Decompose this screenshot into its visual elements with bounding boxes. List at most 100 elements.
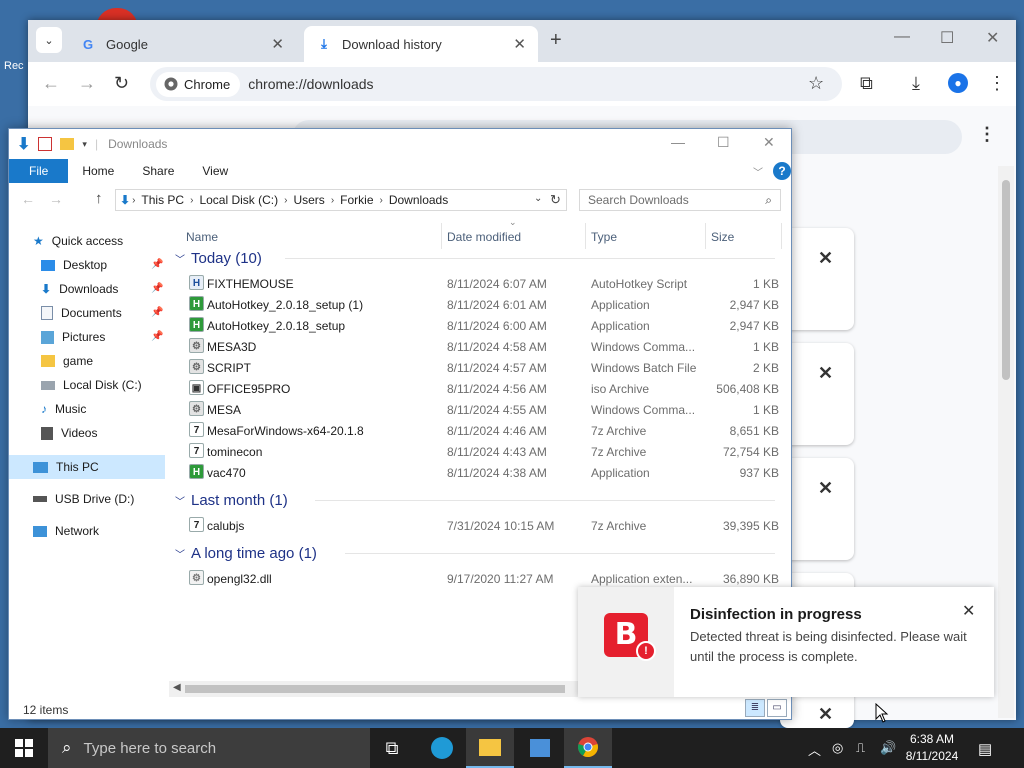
file-row[interactable]: ⚙ opengl32.dll 9/17/2020 11:27 AM Applicati…	[169, 568, 785, 589]
site-chip[interactable]: Chrome	[156, 71, 241, 97]
nav-item-downloads[interactable]: ⬇ Downloads	[41, 277, 118, 301]
nav-item-desktop[interactable]: Desktop	[41, 253, 107, 277]
chevron-down-icon[interactable]: ⌄	[534, 193, 542, 204]
remove-download-icon[interactable]: ✕	[818, 363, 833, 384]
task-view-icon[interactable]: ⧉	[368, 728, 416, 768]
expand-ribbon-icon[interactable]: ﹀	[753, 164, 763, 179]
show-hidden-icons-icon[interactable]: ︿	[808, 740, 821, 759]
column-header-name[interactable]: Name	[186, 225, 218, 249]
new-folder-icon[interactable]	[60, 138, 75, 150]
back-icon[interactable]: ←	[21, 191, 35, 207]
address-bar[interactable]: ⬇ › This PC › Local Disk (C:) › Users › Fork…	[115, 189, 567, 211]
maximize-icon[interactable]: ☐	[717, 134, 730, 151]
notification-center-icon[interactable]: ▤	[978, 740, 992, 758]
file-row[interactable]: 7 MesaForWindows-x64-20.1.8 8/11/2024 4:46…	[169, 420, 785, 441]
group-header[interactable]: ﹀ Last month (1)	[175, 489, 775, 511]
breadcrumb-users[interactable]: Users	[293, 193, 324, 207]
nav-item-pictures[interactable]: Pictures	[41, 325, 105, 349]
taskbar-search-box[interactable]: ⌕ Type here to search	[48, 728, 370, 768]
file-row[interactable]: ⚙ MESA3D 8/11/2024 4:58 AM Windows Comma...…	[169, 336, 785, 357]
column-header-date[interactable]: Date modified	[447, 225, 521, 249]
remove-download-icon[interactable]: ✕	[818, 478, 833, 499]
help-icon[interactable]: ?	[773, 162, 791, 180]
forward-icon[interactable]: →	[78, 73, 96, 94]
bookmark-star-icon[interactable]: ☆	[808, 73, 824, 94]
file-row[interactable]: H AutoHotkey_2.0.18_setup 8/11/2024 6:00 A…	[169, 315, 785, 336]
tab-view[interactable]: View	[188, 159, 242, 183]
group-header[interactable]: ﹀ A long time ago (1)	[175, 542, 775, 564]
tab-share[interactable]: Share	[128, 159, 188, 183]
page-menu-icon[interactable]: ⋮	[978, 124, 996, 145]
notification-toast[interactable]: B ! Disinfection in progress Detected th…	[578, 587, 994, 697]
tab-google[interactable]: G Google ✕	[68, 26, 296, 62]
close-tab-icon[interactable]: ✕	[271, 35, 284, 53]
omnibox[interactable]: Chrome chrome://downloads	[150, 67, 842, 101]
details-view-icon[interactable]: ≣	[745, 699, 765, 717]
file-row[interactable]: ⚙ SCRIPT 8/11/2024 4:57 AM Windows Batch Fi…	[169, 357, 785, 378]
column-divider[interactable]	[781, 223, 782, 249]
column-divider[interactable]	[441, 223, 442, 249]
menu-kebab-icon[interactable]: ⋮	[988, 73, 1006, 94]
breadcrumb-local-disk[interactable]: Local Disk (C:)	[199, 193, 278, 207]
file-explorer-icon[interactable]	[466, 728, 514, 768]
nav-item-this-pc[interactable]: This PC	[9, 455, 165, 479]
file-row[interactable]: 7 tominecon 8/11/2024 4:43 AM 7z Archive 72,…	[169, 441, 785, 462]
collapse-chevron-icon[interactable]: ﹀	[175, 546, 185, 561]
volume-icon[interactable]: 🔊	[880, 740, 896, 756]
file-row[interactable]: 7 calubjs 7/31/2024 10:15 AM 7z Archive 39,3…	[169, 515, 785, 536]
edge-icon[interactable]	[418, 728, 466, 768]
downloads-icon[interactable]: ⤓	[912, 73, 920, 94]
up-icon[interactable]: ↑	[95, 190, 103, 207]
refresh-icon[interactable]: ↻	[550, 192, 561, 208]
meet-now-icon[interactable]: ◎	[832, 740, 843, 756]
new-tab-button[interactable]: +	[550, 29, 562, 52]
close-window-icon[interactable]: ✕	[986, 28, 999, 48]
properties-icon[interactable]	[38, 137, 53, 151]
back-icon[interactable]: ←	[42, 73, 60, 94]
system-clock[interactable]: 6:38 AM 8/11/2024	[900, 731, 964, 765]
search-input[interactable]: Search Downloads ⌕	[579, 189, 781, 211]
scroll-left-icon[interactable]: ◀	[173, 682, 181, 693]
nav-item-quick-access[interactable]: ★ Quick access	[33, 229, 123, 253]
chrome-icon[interactable]	[564, 728, 612, 768]
start-button[interactable]	[0, 728, 48, 768]
maximize-icon[interactable]: ☐	[940, 28, 954, 48]
tab-download-history[interactable]: ⤓ Download history ✕	[304, 26, 538, 62]
tab-home[interactable]: Home	[68, 159, 128, 183]
breadcrumb-this-pc[interactable]: This PC	[141, 193, 184, 207]
nav-item-local-disk[interactable]: Local Disk (C:)	[41, 373, 142, 397]
breadcrumb-downloads[interactable]: Downloads	[389, 193, 448, 207]
customize-qat-icon[interactable]: ▾	[82, 139, 87, 150]
file-row[interactable]: H AutoHotkey_2.0.18_setup (1) 8/11/2024 6:…	[169, 294, 785, 315]
tab-file[interactable]: File	[9, 159, 69, 183]
column-divider[interactable]	[585, 223, 586, 249]
nav-item-music[interactable]: ♪ Music	[41, 397, 86, 421]
close-toast-icon[interactable]: ✕	[962, 601, 975, 621]
file-row[interactable]: ▣ OFFICE95PRO 8/11/2024 4:56 AM iso Archive…	[169, 378, 785, 399]
scrollbar-thumb[interactable]	[185, 685, 565, 693]
file-row[interactable]: H FIXTHEMOUSE 8/11/2024 6:07 AM AutoHotkey …	[169, 273, 785, 294]
pin-icon[interactable]: 📌	[151, 283, 163, 294]
nav-item-usb-drive[interactable]: USB Drive (D:)	[33, 487, 134, 511]
group-header[interactable]: ﹀ Today (10)	[175, 247, 775, 269]
minimize-icon[interactable]: —	[671, 134, 685, 150]
nav-item-network[interactable]: Network	[33, 519, 99, 543]
close-tab-icon[interactable]: ✕	[513, 35, 526, 53]
pin-icon[interactable]: 📌	[151, 331, 163, 342]
column-divider[interactable]	[705, 223, 706, 249]
minimize-icon[interactable]: —	[894, 28, 910, 46]
nav-item-game[interactable]: game	[41, 349, 93, 373]
network-tray-icon[interactable]: ⎍	[856, 740, 865, 756]
profile-avatar[interactable]: ●	[948, 73, 968, 93]
forward-icon[interactable]: →	[49, 191, 63, 207]
pin-icon[interactable]: 📌	[151, 259, 163, 270]
file-row[interactable]: Hvac470 8/11/2024 4:38 AM Application 937 K…	[169, 462, 785, 483]
reload-icon[interactable]: ↻	[114, 73, 129, 94]
store-icon[interactable]	[516, 728, 564, 768]
extensions-icon[interactable]: ⧉	[860, 73, 873, 94]
tab-search-button[interactable]: ⌄	[36, 27, 62, 53]
nav-item-videos[interactable]: Videos	[41, 421, 97, 445]
remove-download-icon[interactable]: ✕	[818, 704, 833, 725]
remove-download-icon[interactable]: ✕	[818, 248, 833, 269]
file-row[interactable]: ⚙ MESA 8/11/2024 4:55 AM Windows Comma... 1 …	[169, 399, 785, 420]
